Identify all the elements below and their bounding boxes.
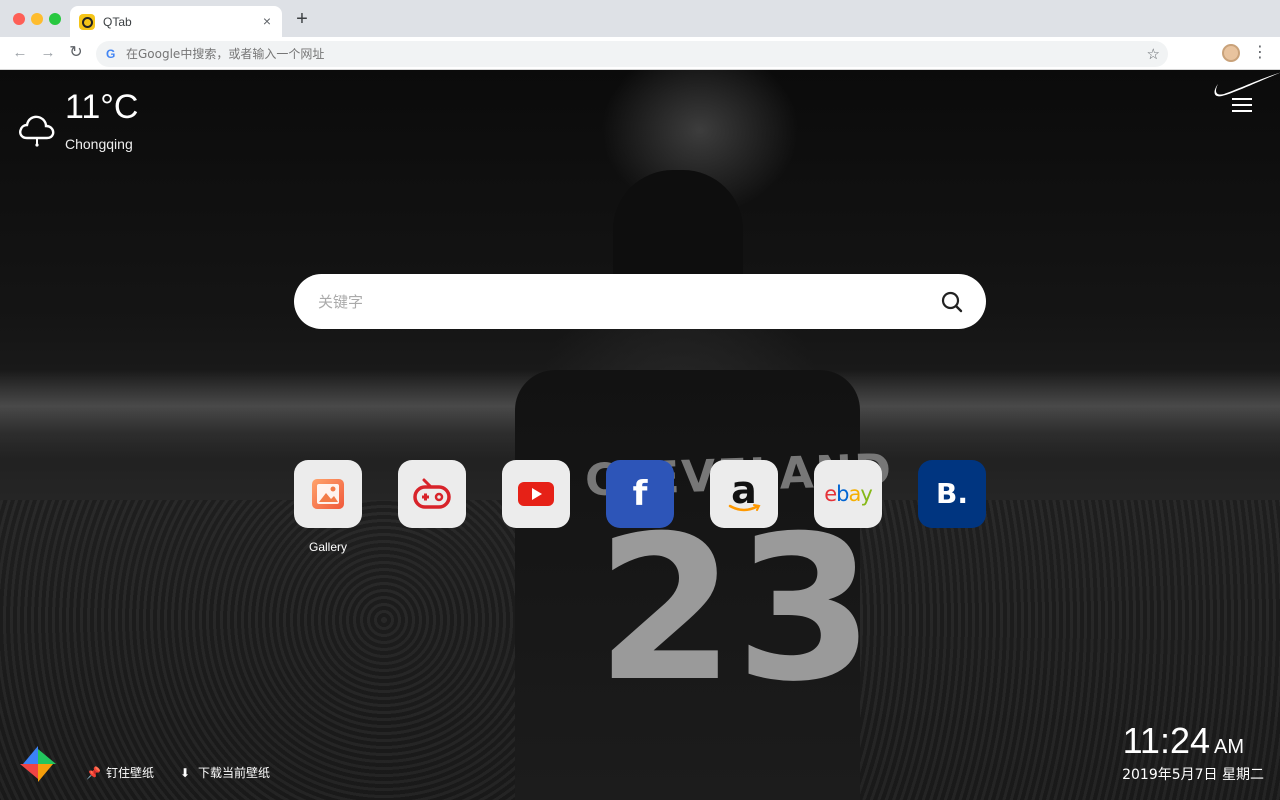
search-box (294, 274, 986, 329)
clock-date: 2019年5月7日 星期二 (1122, 767, 1264, 783)
amazon-smile-icon (728, 504, 761, 512)
shortcut-label: Gallery (308, 540, 347, 554)
profile-avatar[interactable] (1222, 44, 1240, 62)
hamburger-menu-icon[interactable] (1232, 98, 1252, 112)
tab-close-icon[interactable]: × (259, 13, 275, 29)
pin-wallpaper-button[interactable]: 📌 钉住壁纸 (86, 764, 154, 781)
pin-icon: 📌 (86, 766, 101, 780)
new-tab-page: CLEVELAND 23 11°C Chongqing Gallery (0, 70, 1280, 800)
clock-time: 11:24 (1122, 720, 1210, 761)
shortcut-facebook[interactable]: f (606, 460, 674, 528)
reload-icon[interactable]: ↻ (66, 43, 86, 63)
forward-arrow-icon[interactable]: → (38, 43, 58, 63)
download-icon: ⬇ (179, 766, 191, 780)
shortcut-youtube[interactable] (502, 460, 570, 528)
facebook-icon: f (632, 474, 648, 514)
qtab-logo-icon[interactable] (18, 744, 58, 784)
tab-title: QTab (103, 15, 132, 29)
cloud-icon (19, 115, 55, 147)
shortcut-ebay[interactable]: ebay (814, 460, 882, 528)
shortcut-gallery[interactable]: Gallery (294, 460, 362, 554)
new-tab-button[interactable]: + (293, 9, 311, 29)
booking-icon: B. (936, 477, 968, 510)
shortcut-amazon[interactable]: a (710, 460, 778, 528)
temperature: 11°C (65, 88, 139, 126)
maximize-window-button[interactable] (49, 13, 61, 25)
back-arrow-icon[interactable]: ← (10, 43, 30, 63)
shortcut-booking[interactable]: B. (918, 460, 986, 528)
close-window-button[interactable] (13, 13, 25, 25)
browser-toolbar: ← → ↻ G ☆ ⋮ (0, 37, 1280, 70)
bookmark-star-icon[interactable]: ☆ (1147, 45, 1160, 63)
ebay-icon: ebay (824, 482, 873, 506)
amazon-icon: a (731, 468, 757, 512)
gallery-icon (312, 479, 344, 509)
clock: 11:24 AM (1123, 720, 1244, 762)
shortcut-games[interactable] (398, 460, 466, 528)
clock-ampm: AM (1214, 736, 1244, 758)
google-icon: G (106, 47, 116, 61)
tab-qtab[interactable]: QTab × (70, 6, 282, 37)
search-icon[interactable] (940, 290, 964, 314)
jersey-number: 23 (596, 493, 875, 726)
address-input[interactable] (126, 41, 1106, 67)
city-name: Chongqing (65, 136, 133, 152)
gamepad-icon (413, 478, 451, 509)
minimize-window-button[interactable] (31, 13, 43, 25)
browser-menu-icon[interactable]: ⋮ (1252, 43, 1268, 63)
qtab-favicon-icon (79, 14, 95, 30)
address-bar[interactable]: G ☆ (96, 41, 1168, 67)
search-input[interactable] (318, 274, 918, 329)
download-wallpaper-button[interactable]: ⬇ 下载当前壁纸 (178, 764, 270, 781)
tab-bar: QTab × + (0, 0, 1280, 37)
youtube-icon (518, 482, 554, 506)
